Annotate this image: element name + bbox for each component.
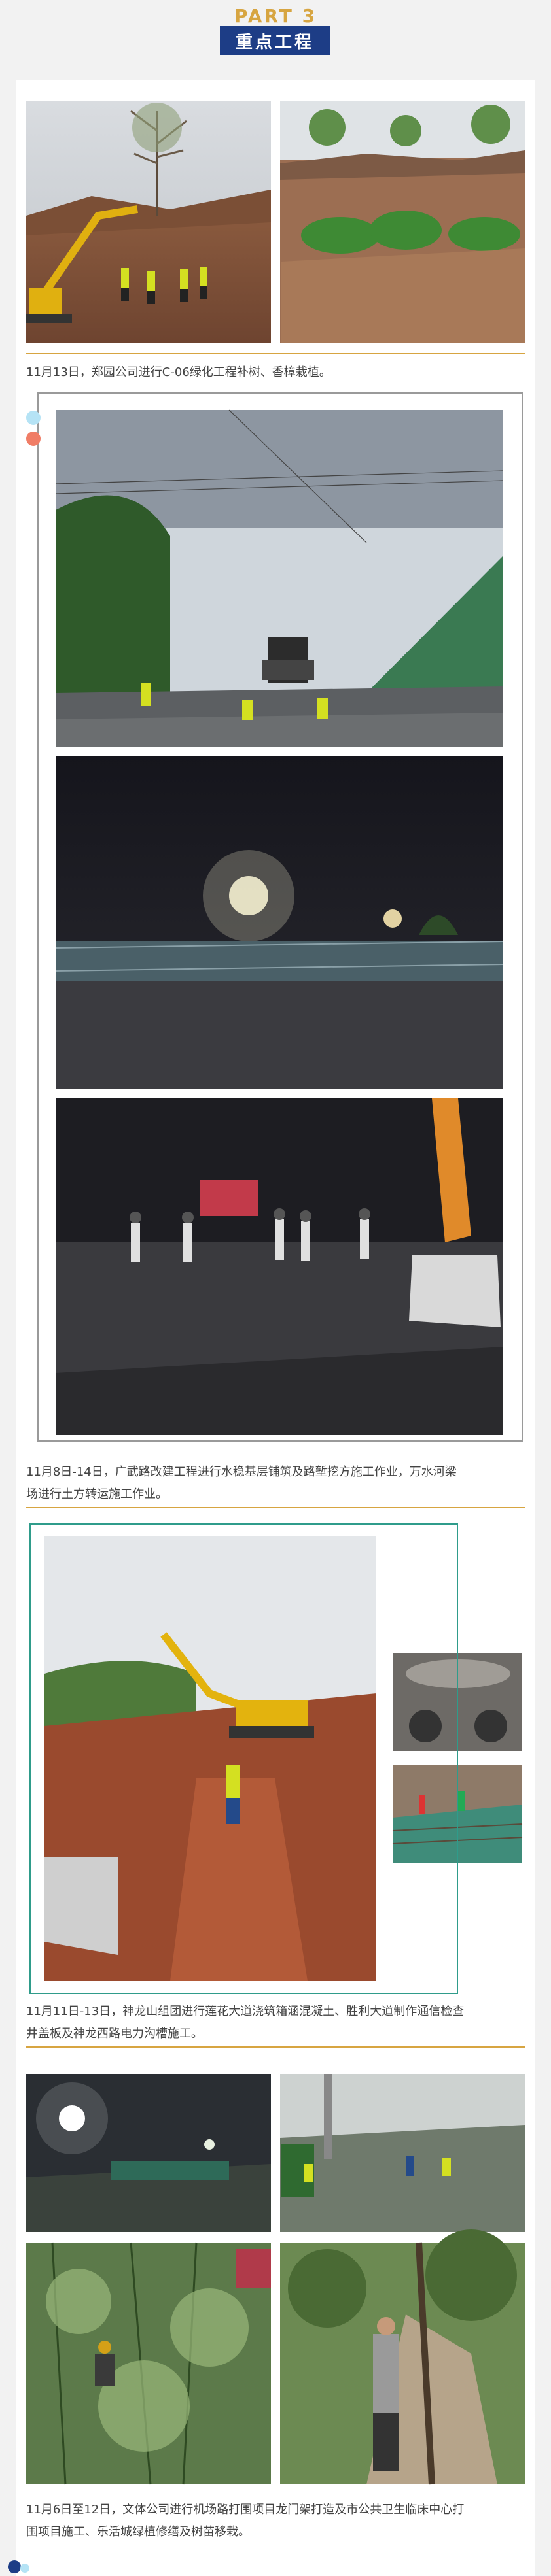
caption-text: 11月6日至12日，文体公司进行机场路打围项目龙门架打造及市公共卫生临床中心打 [26,2503,465,2517]
decor-dot-blue [26,411,41,425]
photo-gantry-night [26,2074,271,2232]
decor-dot-orange [26,432,41,446]
caption-text: 11月8日-14日，广武路改建工程进行水稳基层铺筑及路堑挖方施工作业，万水河梁 [26,1465,457,1479]
collage-frame-gray [37,392,523,1442]
caption-text: 11月11日-13日，神龙山组团进行莲花大道浇筑箱涵混凝土、胜利大道制作通信检查 [26,2005,465,2018]
caption-text: 场进行土方转运施工作业。 [26,1487,168,1501]
photo-camphor-planting [280,101,525,343]
caption-text: 围项目施工、乐活城绿植修缮及树苗移栽。 [26,2525,250,2539]
divider-line [26,1507,525,1508]
caption-shenlongshan: 11月11日-13日，神龙山组团进行莲花大道浇筑箱涵混凝土、胜利大道制作通信检查… [26,2001,524,2045]
caption-greening: 11月13日，郑园公司进行C-06绿化工程补树、香樟栽植。 [26,362,524,384]
caption-road-works: 11月8日-14日，广武路改建工程进行水稳基层铺筑及路堑挖方施工作业，万水河梁 … [26,1461,524,1506]
collage-frame-teal [29,1523,458,1994]
caption-text: 井盖板及神龙西路电力沟槽施工。 [26,2027,203,2041]
caption-wenti: 11月6日至12日，文体公司进行机场路打围项目龙门架打造及市公共卫生临床中心打 … [26,2499,524,2543]
caption-text: 11月13日，郑园公司进行C-06绿化工程补树、香樟栽植。 [26,365,331,379]
photo-sapling-transplant [280,2229,525,2485]
footer-logo-icon [8,2560,29,2573]
photo-greening-excavator [26,101,271,343]
divider-line [26,2046,525,2048]
photo-hoarding-construction [280,2074,525,2232]
photo-greenery-repair [26,2242,271,2485]
divider-line [26,353,525,354]
